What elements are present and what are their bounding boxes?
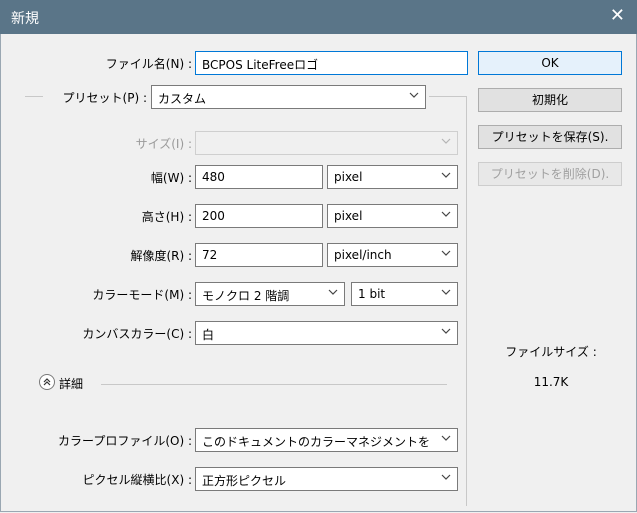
chevron-down-icon bbox=[441, 326, 451, 336]
title-bar: 新規 ✕ bbox=[0, 0, 637, 34]
chevron-down-icon bbox=[441, 248, 451, 258]
chevron-down-icon bbox=[409, 90, 419, 100]
color-profile-select[interactable]: このドキュメントのカラーマネジメントを bbox=[195, 428, 458, 452]
preset-group-border bbox=[429, 96, 467, 97]
canvas-color-label: カンバスカラー(C) : bbox=[82, 327, 192, 341]
save-preset-button[interactable]: プリセットを保存(S). bbox=[478, 125, 622, 149]
resolution-unit-select[interactable]: pixel/inch bbox=[327, 243, 458, 267]
pixel-aspect-select[interactable]: 正方形ピクセル bbox=[195, 467, 458, 491]
preset-select[interactable]: カスタム bbox=[151, 85, 426, 109]
preset-label: プリセット(P) : bbox=[62, 91, 147, 105]
color-mode-value: モノクロ 2 階調 bbox=[202, 289, 290, 303]
height-input[interactable]: 200 bbox=[195, 204, 323, 228]
file-size-value: 11.7K bbox=[533, 375, 569, 389]
bit-depth-select[interactable]: 1 bit bbox=[351, 282, 458, 306]
chevron-down-icon bbox=[441, 472, 451, 482]
height-unit-select[interactable]: pixel bbox=[327, 204, 458, 228]
width-input[interactable]: 480 bbox=[195, 165, 323, 189]
close-icon[interactable]: ✕ bbox=[610, 5, 625, 27]
canvas-color-value: 白 bbox=[202, 328, 215, 342]
chevron-down-icon bbox=[441, 136, 451, 146]
details-divider bbox=[101, 384, 447, 385]
color-profile-label: カラープロファイル(O) : bbox=[58, 434, 192, 448]
resolution-input[interactable]: 72 bbox=[195, 243, 323, 267]
delete-preset-button: プリセットを削除(D). bbox=[478, 162, 622, 186]
chevron-down-icon bbox=[441, 433, 451, 443]
height-unit-value: pixel bbox=[334, 209, 363, 223]
size-select bbox=[195, 131, 458, 155]
width-label: 幅(W) : bbox=[150, 171, 192, 185]
file-name-input[interactable]: BCPOS LiteFreeロゴ bbox=[195, 51, 468, 75]
chevron-down-icon bbox=[441, 287, 451, 297]
size-label: サイズ(I) : bbox=[135, 137, 192, 151]
ok-button[interactable]: OK bbox=[478, 51, 622, 75]
preset-group-border bbox=[466, 96, 467, 506]
preset-select-value: カスタム bbox=[158, 92, 207, 106]
preset-group-border bbox=[25, 96, 43, 97]
pixel-aspect-value: 正方形ピクセル bbox=[202, 474, 287, 488]
pixel-aspect-label: ピクセル縦横比(X) : bbox=[82, 473, 192, 487]
chevron-down-icon bbox=[441, 209, 451, 219]
new-document-dialog: ファイル名(N) : BCPOS LiteFreeロゴ プリセット(P) : カ… bbox=[0, 34, 637, 512]
width-unit-value: pixel bbox=[334, 170, 363, 184]
chevron-down-icon bbox=[328, 287, 338, 297]
chevron-down-icon bbox=[441, 170, 451, 180]
chevron-up-circle-icon[interactable] bbox=[39, 374, 55, 390]
color-profile-value: このドキュメントのカラーマネジメントを bbox=[202, 435, 431, 449]
resolution-unit-value: pixel/inch bbox=[334, 248, 392, 262]
details-label: 詳細 bbox=[59, 377, 84, 391]
window-title: 新規 bbox=[11, 11, 39, 27]
canvas-color-select[interactable]: 白 bbox=[195, 321, 458, 345]
width-unit-select[interactable]: pixel bbox=[327, 165, 458, 189]
file-name-label: ファイル名(N) : bbox=[105, 57, 192, 71]
height-label: 高さ(H) : bbox=[141, 210, 192, 224]
file-size-label: ファイルサイズ : bbox=[505, 345, 597, 359]
resolution-label: 解像度(R) : bbox=[130, 249, 192, 263]
bit-depth-value: 1 bit bbox=[358, 287, 386, 301]
reset-button[interactable]: 初期化 bbox=[478, 88, 622, 112]
color-mode-select[interactable]: モノクロ 2 階調 bbox=[195, 282, 345, 306]
color-mode-label: カラーモード(M) : bbox=[92, 288, 192, 302]
